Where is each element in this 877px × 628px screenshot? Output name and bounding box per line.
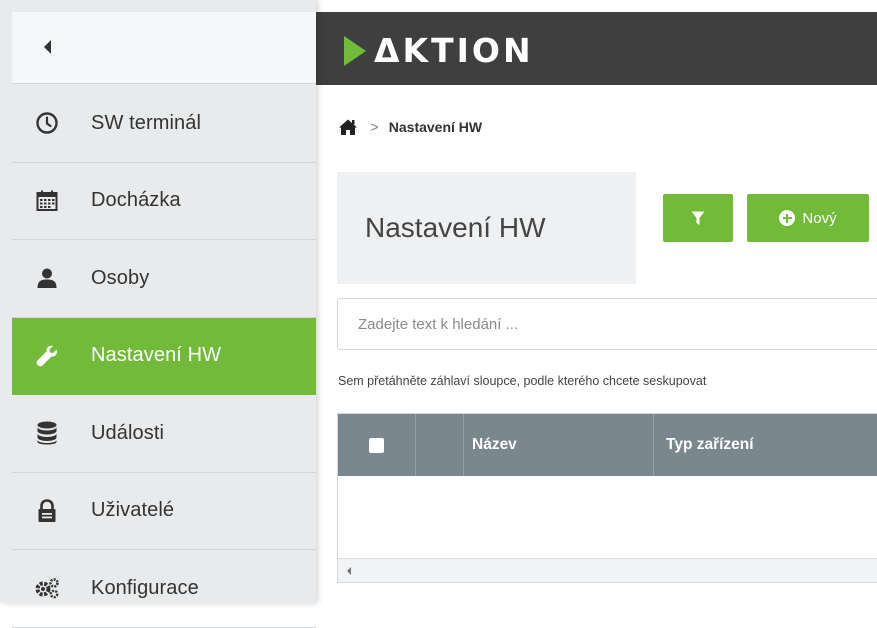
sidebar-item-sw-terminal[interactable]: SW terminál xyxy=(12,85,316,163)
caret-left-icon xyxy=(44,40,51,54)
new-button[interactable]: Nový xyxy=(747,194,869,242)
clock-icon xyxy=(34,110,60,136)
sidebar-item-label: Konfigurace xyxy=(91,576,199,599)
column-header-typ-zarizeni[interactable]: Typ zařízení xyxy=(654,414,877,476)
app-window: SW terminál Docházka Osoby Nastavení HW xyxy=(0,0,877,628)
breadcrumb-separator: > xyxy=(370,118,379,136)
home-icon[interactable] xyxy=(338,118,358,136)
sidebar-item-label: Uživatelé xyxy=(91,499,175,522)
select-all-checkbox[interactable] xyxy=(369,437,384,453)
sidebar-item-label: Docházka xyxy=(91,189,181,212)
gears-icon xyxy=(34,575,60,601)
breadcrumb: > Nastavení HW xyxy=(338,118,482,136)
scroll-left-arrow-icon[interactable] xyxy=(347,567,351,575)
group-by-hint: Sem přetáhněte záhlaví sloupce, podle kt… xyxy=(338,374,707,388)
sidebar: SW terminál Docházka Osoby Nastavení HW xyxy=(0,0,316,628)
horizontal-scrollbar[interactable] xyxy=(338,558,877,582)
lock-icon xyxy=(34,498,60,524)
sidebar-item-label: Osoby xyxy=(91,266,150,289)
sidebar-item-osoby[interactable]: Osoby xyxy=(12,240,316,318)
filter-button[interactable] xyxy=(663,194,733,242)
filter-icon xyxy=(691,211,705,225)
breadcrumb-current: Nastavení HW xyxy=(388,119,483,135)
grid-header-spacer xyxy=(416,414,464,476)
top-bar: ΔKTION xyxy=(316,12,877,85)
hw-grid: Název Typ zařízení xyxy=(337,413,877,583)
select-all-cell xyxy=(338,414,416,476)
page-title: Nastavení HW xyxy=(365,212,546,243)
column-header-nazev[interactable]: Název xyxy=(464,414,654,476)
database-icon xyxy=(34,420,60,446)
logo-text: ΔKTION xyxy=(374,31,534,70)
sidebar-item-uzivatele[interactable]: Uživatelé xyxy=(12,473,316,550)
sidebar-nav: SW terminál Docházka Osoby Nastavení HW xyxy=(12,85,316,628)
sidebar-item-label: Nastavení HW xyxy=(91,344,222,367)
sidebar-item-nastaveni-hw[interactable]: Nastavení HW xyxy=(12,317,316,395)
logo-triangle-icon xyxy=(344,35,366,66)
calendar-icon xyxy=(34,188,60,214)
sidebar-item-konfigurace[interactable]: Konfigurace xyxy=(12,550,316,628)
grid-header: Název Typ zařízení xyxy=(338,414,877,476)
page-title-box: Nastavení HW xyxy=(337,172,636,284)
sidebar-collapse-button[interactable] xyxy=(12,12,316,84)
sidebar-item-label: SW terminál xyxy=(91,111,202,134)
person-icon xyxy=(34,265,60,291)
sidebar-item-label: Události xyxy=(91,421,165,444)
sidebar-item-dochazka[interactable]: Docházka xyxy=(12,163,316,240)
aktion-logo: ΔKTION xyxy=(344,31,534,70)
search-input[interactable] xyxy=(337,298,877,350)
sidebar-item-udalosti[interactable]: Události xyxy=(12,395,316,473)
new-button-label: Nový xyxy=(802,209,837,227)
plus-circle-icon xyxy=(779,210,796,226)
wrench-icon xyxy=(34,343,60,369)
